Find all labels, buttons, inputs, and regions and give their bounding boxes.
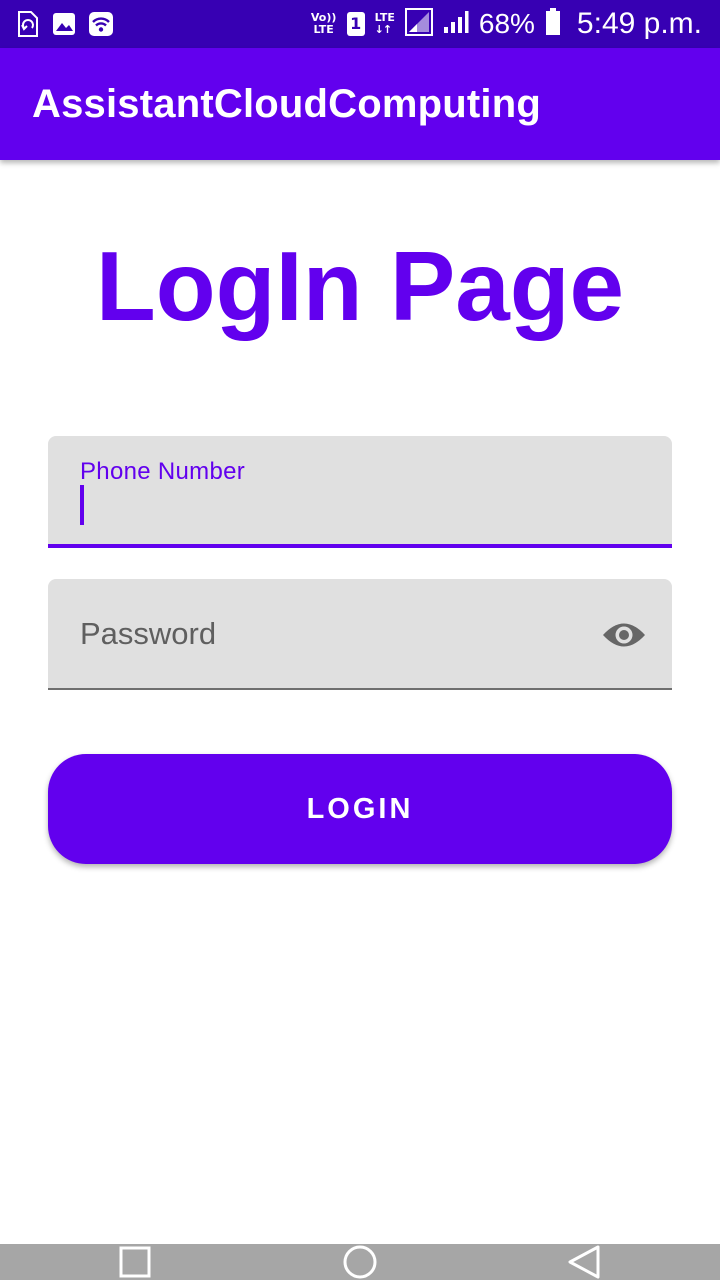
navigation-bar <box>0 1244 720 1280</box>
login-screen: Vo)) LTE 1 LTE ↓↑ 68% 5:49 p.m. Assistan… <box>0 0 720 1280</box>
sim-slot-badge: 1 <box>346 12 365 36</box>
volte-indicator: Vo)) LTE <box>310 11 337 36</box>
eye-icon[interactable] <box>600 615 648 655</box>
battery-icon <box>545 7 561 41</box>
home-icon[interactable] <box>341 1245 379 1279</box>
app-bar: AssistantCloudComputing <box>0 48 720 160</box>
phone-number-label: Phone Number <box>80 458 246 485</box>
wifi-icon <box>88 11 114 42</box>
phone-number-field[interactable]: Phone Number <box>48 436 672 548</box>
back-icon[interactable] <box>566 1245 602 1279</box>
password-input[interactable] <box>80 609 600 659</box>
login-button[interactable]: LOGIN <box>48 754 672 864</box>
phone-number-input[interactable] <box>88 484 648 528</box>
app-title: AssistantCloudComputing <box>32 82 542 126</box>
signal-sim1-icon <box>404 7 433 41</box>
status-bar: Vo)) LTE 1 LTE ↓↑ 68% 5:49 p.m. <box>0 0 720 48</box>
battery-percentage: 68% <box>478 8 535 39</box>
gallery-icon <box>52 11 76 42</box>
text-cursor <box>80 485 84 525</box>
page-title: LogIn Page <box>95 231 625 341</box>
password-field[interactable] <box>48 579 672 690</box>
signal-sim2-icon <box>443 10 469 39</box>
recent-apps-icon[interactable] <box>117 1246 153 1278</box>
sync-icon <box>16 10 40 43</box>
clock: 5:49 p.m. <box>576 7 702 40</box>
network-type-label: LTE ↓↑ <box>374 11 395 36</box>
